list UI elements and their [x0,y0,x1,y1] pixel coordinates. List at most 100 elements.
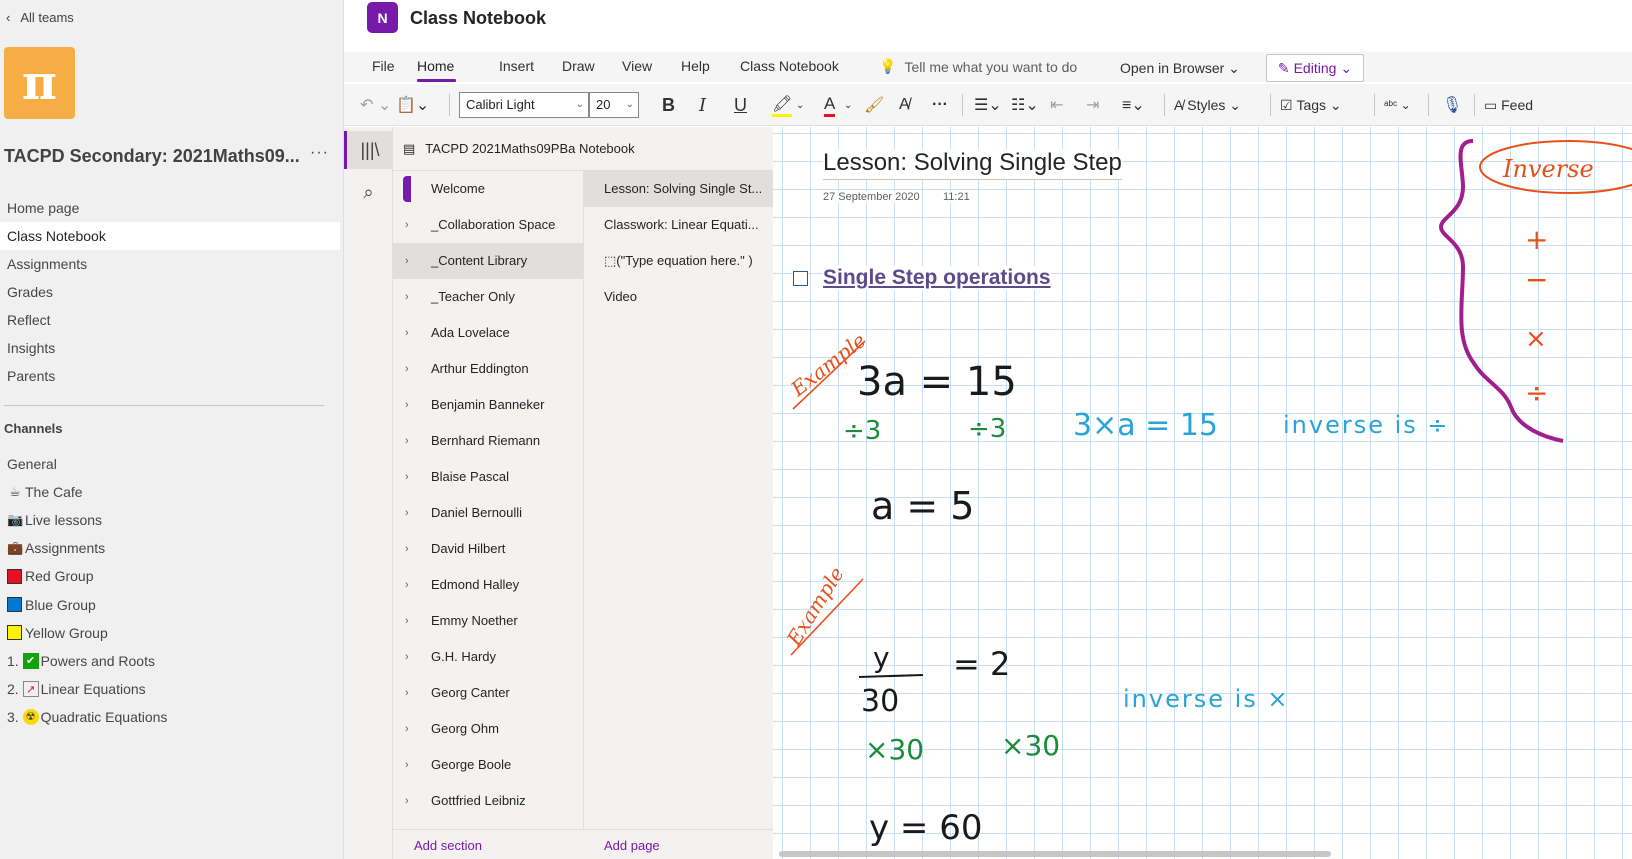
section-item[interactable]: › Emmy Noether [393,603,583,639]
nav-reflect[interactable]: Reflect [0,306,340,334]
yellow-square-icon [7,625,22,641]
section-item[interactable]: › Arthur Eddington [393,351,583,387]
chevron-down-icon: ⌄ [575,99,584,110]
tab-file[interactable]: File [372,58,395,74]
section-item[interactable]: › _Collaboration Space [393,207,583,243]
inverse-divide: ÷ [1525,376,1548,409]
page-item[interactable]: Video [584,279,773,315]
chevron-right-icon: › [405,579,409,591]
section-item[interactable]: › _Content Library [393,243,583,279]
decrease-indent-icon[interactable]: ⇤ [1050,93,1063,117]
format-painter-icon[interactable]: 🖌 [864,93,884,117]
tab-draw[interactable]: Draw [562,58,595,74]
tags-button[interactable]: ☑ Tags ⌄ [1280,93,1342,117]
styles-button[interactable]: A̸ Styles ⌄ [1174,93,1241,117]
channel-the-cafe[interactable]: ☕ The Cafe [0,478,340,506]
tab-home[interactable]: Home [417,58,454,74]
bold-icon[interactable]: B [662,93,675,117]
more-icon[interactable]: ··· [932,93,948,117]
underline-icon[interactable]: U [734,93,747,117]
font-color-icon[interactable]: A [824,93,836,117]
dictate-mic-icon[interactable]: 🎙 [1442,93,1462,117]
section-item[interactable]: › Gottfried Leibniz [393,783,583,819]
highlight-icon[interactable]: 🖍 [772,93,793,117]
section-item[interactable]: › Edmond Halley [393,567,583,603]
channel-assignments[interactable]: 💼 Assignments [0,534,340,562]
page-canvas[interactable]: Lesson: Solving Single Step 27 September… [773,127,1632,859]
styles-icon: A̸ [1174,97,1188,113]
add-page-button[interactable]: Add page [604,838,660,853]
channel-red-group[interactable]: Red Group [0,562,340,590]
chevron-down-icon[interactable]: ⌄ [796,93,804,117]
undo-icon[interactable]: ↶ ⌄ [360,93,391,117]
example-label-2: Example [781,562,848,650]
more-options-icon[interactable]: ··· [310,144,329,162]
page-item[interactable]: Classwork: Linear Equati... [584,207,773,243]
nav-assignments[interactable]: Assignments [0,250,340,278]
channel-powers-and-roots[interactable]: 1. ✔ Powers and Roots [0,647,340,675]
horizontal-scrollbar[interactable] [779,851,1331,857]
section-item[interactable]: › Georg Canter [393,675,583,711]
nav-class-notebook[interactable]: Class Notebook [0,222,340,250]
section-item[interactable]: › Blaise Pascal [393,459,583,495]
bullets-icon[interactable]: ☰⌄ [974,93,1002,117]
section-item[interactable]: › _Teacher Only [393,279,583,315]
search-icon[interactable]: ⌕ [344,173,393,211]
nav-grades[interactable]: Grades [0,278,340,306]
section-item[interactable]: › George Boole [393,747,583,783]
nav-insights[interactable]: Insights [0,334,340,362]
channel-linear-equations[interactable]: 2. ↗ Linear Equations [0,675,340,703]
tab-class-notebook[interactable]: Class Notebook [740,58,839,74]
section-item[interactable]: › Georg Ohm [393,711,583,747]
page-item-active[interactable]: Lesson: Solving Single St... [584,171,773,207]
section-item[interactable]: › Daniel Bernoulli [393,495,583,531]
chevron-right-icon: › [405,399,409,411]
fraction-bar [858,674,924,678]
nav-parents[interactable]: Parents [0,362,340,390]
inverse-plus: + [1525,223,1548,256]
page-item[interactable]: ⬚("Type equation here." ) [584,243,773,279]
section-item[interactable]: › Benjamin Banneker [393,387,583,423]
clipboard-icon[interactable]: 📋⌄ [396,93,429,117]
section-item[interactable]: › G.H. Hardy [393,639,583,675]
channel-quadratic-equations[interactable]: 3. ☢ Quadratic Equations [0,703,340,731]
separator [1374,94,1375,116]
channel-live-lessons[interactable]: 📷 Live lessons [0,506,340,534]
section-welcome[interactable]: Welcome [393,171,583,207]
spelling-icon[interactable]: ᵃᵇᶜ ⌄ [1384,93,1411,117]
font-size-select[interactable]: 20 ⌄ [589,92,639,118]
italic-icon[interactable]: I [699,93,706,117]
channel-general[interactable]: General [0,450,340,478]
inverse-title: Inverse [1502,155,1594,183]
inverse-times: × [1525,324,1547,354]
add-section-button[interactable]: Add section [414,838,482,853]
chevron-right-icon: › [405,471,409,483]
editing-mode-button[interactable]: ✎ Editing ⌄ [1266,54,1364,82]
section-item[interactable]: › Ada Lovelace [393,315,583,351]
numbering-icon[interactable]: ☷⌄ [1011,93,1039,117]
active-tab-indicator [417,79,456,82]
tab-insert[interactable]: Insert [499,58,534,74]
align-icon[interactable]: ≡⌄ [1122,93,1145,117]
clear-format-icon[interactable]: A̸ [899,93,910,117]
separator [1164,94,1165,116]
channel-blue-group[interactable]: Blue Group [0,590,340,618]
all-teams-link[interactable]: ‹ All teams [6,10,74,25]
tab-view[interactable]: View [622,58,652,74]
increase-indent-icon[interactable]: ⇥ [1086,93,1099,117]
nav-home-page[interactable]: Home page [0,194,340,222]
section-item[interactable]: › Bernhard Riemann [393,423,583,459]
notebook-header[interactable]: ▤ TACPD 2021Maths09PBa Notebook [393,127,773,171]
tell-me-search[interactable]: 💡 Tell me what you want to do [879,58,1077,75]
chevron-right-icon: › [405,543,409,555]
feed-button[interactable]: ▭ Feed [1484,93,1533,117]
section-item[interactable]: › David Hilbert [393,531,583,567]
note-inverse-multiply: inverse is × [1123,685,1290,713]
notebooks-icon[interactable]: |||\ [344,131,393,169]
font-name-select[interactable]: Calibri Light ⌄ [459,92,589,118]
check-box-icon: ✔ [22,652,39,669]
channel-yellow-group[interactable]: Yellow Group [0,619,340,647]
chevron-down-icon[interactable]: ⌄ [844,93,852,117]
tab-help[interactable]: Help [681,58,710,74]
open-in-browser-button[interactable]: Open in Browser ⌄ [1120,60,1240,77]
